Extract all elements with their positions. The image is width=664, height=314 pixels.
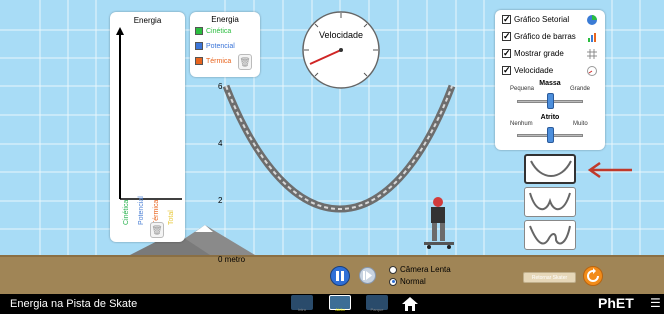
speedometer-label: Velocidade [318, 30, 364, 40]
sim-title: Energia na Pista de Skate [10, 298, 138, 310]
potential-swatch [195, 42, 203, 50]
clear-thermal-icon[interactable]: 🗑 [150, 222, 164, 238]
thermal-swatch [195, 57, 203, 65]
legend-item-kinetic: Cinética [195, 27, 231, 35]
reset-all-button[interactable] [583, 266, 603, 286]
mass-min-label: Pequena [510, 86, 535, 92]
step-forward-icon [363, 271, 372, 280]
nav-screen-friction[interactable]: Atrito [329, 295, 351, 312]
legend-title: Energia [211, 15, 239, 24]
reset-icon [587, 268, 599, 282]
bar-label-total: Total [168, 210, 175, 225]
axis-label-0: 0 metro [218, 255, 246, 264]
menu-icon[interactable]: ☰ [650, 296, 661, 310]
bar-label-kinetic: Cinética [123, 199, 130, 225]
checkbox-speed-box[interactable]: ✓ [502, 66, 511, 75]
speedometer-gauge [302, 11, 380, 89]
axis-label-4: 4 [218, 139, 223, 148]
friction-min-label: Nenhum [510, 121, 533, 127]
track-option-u-shape[interactable] [524, 154, 576, 184]
checkbox-bar-chart-box[interactable]: ✓ [502, 32, 511, 41]
checkbox-speed[interactable]: ✓ Velocidade [502, 66, 553, 75]
bar-graph-title: Energia [133, 16, 162, 25]
bar-chart-icon [587, 32, 597, 42]
speedometer-icon [587, 66, 597, 76]
friction-max-label: Muito [573, 121, 588, 127]
checkbox-bar-chart[interactable]: ✓ Gráfico de barras [502, 32, 576, 41]
kinetic-swatch [195, 27, 203, 35]
pause-icon [336, 271, 344, 281]
mass-max-label: Grande [570, 86, 591, 92]
legend-item-potential: Potencial [195, 42, 235, 50]
nav-screen-intro[interactable]: Intro [291, 295, 313, 312]
bar-graph-axis [116, 27, 182, 200]
navigation-bar: Energia na Pista de Skate Intro Atrito P… [0, 294, 664, 314]
energy-bar-graph-panel[interactable]: Energia Cinética Potencial Térmica Total… [110, 12, 185, 242]
checkbox-grid[interactable]: ✓ Mostrar grade [502, 49, 564, 58]
checkbox-grid-box[interactable]: ✓ [502, 49, 511, 58]
track-option-loop[interactable] [524, 220, 576, 250]
pie-chart-icon [587, 15, 597, 25]
normal-speed-radio-circle[interactable] [389, 277, 397, 286]
grid-icon [587, 49, 597, 59]
checkbox-pie-chart[interactable]: ✓ Gráfico Setorial [502, 15, 569, 24]
track-option-double-well[interactable] [524, 187, 576, 217]
legend-item-thermal: Térmica [195, 57, 231, 65]
pause-button[interactable] [330, 266, 350, 286]
home-icon[interactable] [401, 296, 419, 312]
selection-arrow-icon [587, 161, 632, 179]
energy-legend-panel: Energia Cinética Potencial Térmica 🗑 [190, 12, 260, 77]
slow-motion-radio[interactable]: Câmera Lenta [389, 265, 451, 274]
controls-panel: ✓ Gráfico Setorial ✓ Gráfico de barras ✓… [495, 10, 605, 150]
axis-label-6: 6 [218, 82, 223, 91]
phet-logo: PhET [598, 295, 634, 311]
return-skater-button[interactable]: Retornar Skater [523, 272, 576, 283]
skate-track[interactable] [222, 84, 456, 213]
friction-title: Atrito [540, 114, 560, 121]
nav-screen-playground[interactable]: Parque [366, 295, 388, 312]
step-forward-button[interactable] [359, 267, 376, 284]
normal-speed-radio[interactable]: Normal [389, 277, 426, 286]
bar-label-potential: Potencial [138, 196, 145, 225]
axis-label-2: 2 [218, 196, 223, 205]
mass-slider-thumb[interactable] [547, 93, 554, 109]
skater[interactable] [424, 197, 454, 249]
slow-motion-radio-circle[interactable] [389, 265, 397, 274]
checkbox-pie-chart-box[interactable]: ✓ [502, 15, 511, 24]
friction-slider-thumb[interactable] [547, 127, 554, 143]
clear-thermal-legend-icon[interactable]: 🗑 [238, 54, 252, 70]
